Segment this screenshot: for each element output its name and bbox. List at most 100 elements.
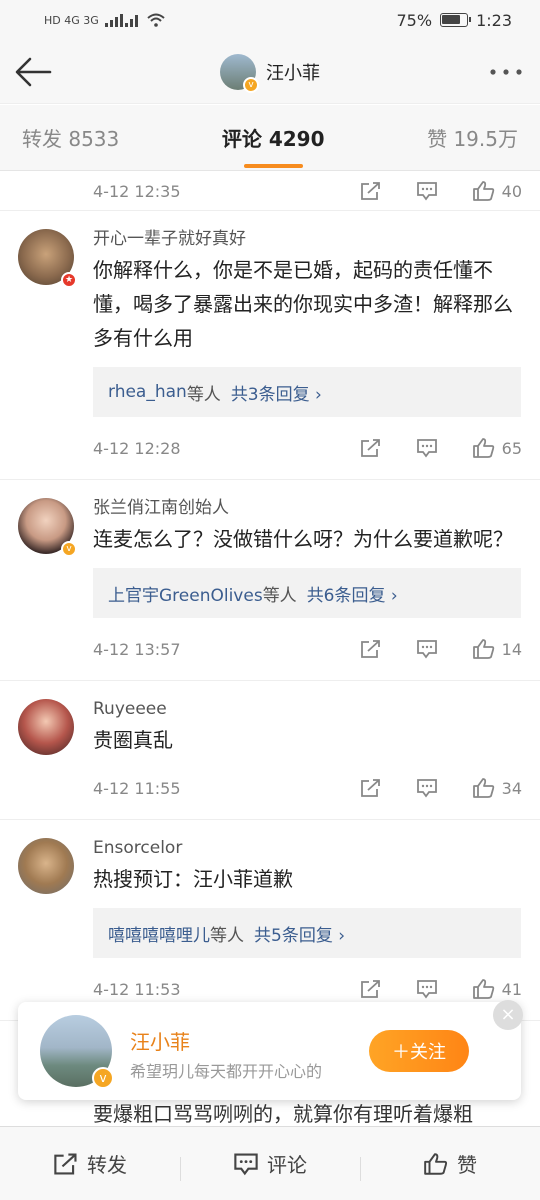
thumb-up-icon [472, 979, 494, 999]
thumb-up-icon [472, 639, 494, 659]
comment-item: v 张兰俏江南创始人 连麦怎么了？没做错什么呀？为什么要道歉呢？ 上官宇Gree… [0, 480, 540, 681]
signal-icon [104, 14, 138, 27]
status-left: HD 4G 3G [44, 13, 165, 27]
thumb-up-icon [472, 438, 494, 458]
reply-count[interactable]: 共5条回复 › [254, 921, 345, 946]
comment-author[interactable]: 开心一辈子就好真好 [93, 227, 522, 251]
reply-author[interactable]: rhea_han [108, 382, 187, 402]
more-icon [490, 69, 522, 75]
comment-icon [416, 182, 437, 201]
comment-item: ★ 开心一辈子就好真好 你解释什么，你是不是已婚，起码的责任懂不懂，喝多了暴露出… [0, 211, 540, 480]
share-icon [360, 182, 380, 200]
comment-actions: 40 [360, 180, 522, 202]
comment-author[interactable]: 张兰俏江南创始人 [93, 496, 522, 520]
follow-card-name[interactable]: 汪小菲 [130, 1026, 190, 1055]
thumb-up-icon [472, 778, 494, 798]
comment-time: 4-12 12:35 [93, 181, 181, 201]
reply-preview[interactable]: rhea_han 等人 共3条回复 › [93, 367, 521, 417]
avatar[interactable]: v [18, 498, 77, 557]
like-button[interactable]: 41 [472, 978, 522, 1000]
comment-actions: 65 [360, 437, 522, 459]
back-arrow-icon [15, 57, 52, 87]
status-right: 75% 1:23 [397, 11, 513, 30]
avatar[interactable] [18, 699, 74, 755]
comment-icon [416, 980, 437, 999]
avatar[interactable] [18, 838, 74, 894]
thumb-up-icon [424, 1152, 448, 1175]
comment-actions: 14 [360, 638, 522, 660]
comment-footer: 4-12 13:57 14 [93, 618, 522, 680]
share-button[interactable] [360, 639, 382, 659]
comment-time: 4-12 13:57 [93, 639, 181, 659]
repost-label: 转发 [87, 1153, 127, 1177]
tab-bar: 转发 8533 评论 4290 赞 19.5万 [0, 105, 540, 171]
share-icon [360, 980, 380, 998]
more-button[interactable] [488, 60, 524, 84]
comment-item: Ensorcelor 热搜预订：汪小菲道歉 嘻嘻嘻嘻哩儿 等人 共5条回复 › … [0, 820, 540, 1021]
page-title: 汪小菲 [266, 62, 320, 84]
verified-badge-icon: v [92, 1067, 114, 1089]
avatar[interactable]: ★ [18, 229, 77, 288]
share-button[interactable] [360, 438, 382, 458]
reply-author[interactable]: 上官宇GreenOlives [108, 581, 263, 606]
reply-author[interactable]: 嘻嘻嘻嘻哩儿 [108, 921, 210, 946]
like-button[interactable]: 65 [472, 437, 522, 459]
share-button[interactable] [360, 979, 382, 999]
like-button[interactable]: 14 [472, 638, 522, 660]
comment-author[interactable]: Ensorcelor [93, 836, 522, 860]
status-bar: HD 4G 3G 75% 1:23 [0, 0, 540, 40]
comment-icon [234, 1152, 258, 1175]
close-icon[interactable]: × [493, 1000, 523, 1030]
verified-badge-icon: v [61, 541, 77, 557]
reply-button[interactable] [416, 778, 438, 798]
like-count: 34 [501, 778, 522, 798]
comment-actions: 41 [360, 978, 522, 1000]
nav-bar: v 汪小菲 [0, 40, 540, 104]
comment-text: 连麦怎么了？没做错什么呀？为什么要道歉呢？ [93, 527, 513, 551]
reply-count[interactable]: 共3条回复 › [231, 380, 322, 405]
share-icon [54, 1152, 77, 1175]
follow-button[interactable]: ＋关注 [369, 1030, 469, 1072]
reply-button[interactable] [416, 181, 438, 201]
follow-card: v 汪小菲 希望玥儿每天都开开心心的 ＋关注 × [18, 1000, 523, 1100]
repost-button[interactable]: 转发 [0, 1149, 180, 1178]
comment-button[interactable]: 评论 [180, 1149, 360, 1181]
follow-card-bio: 希望玥儿每天都开开心心的 [130, 1062, 323, 1081]
comment-author[interactable]: Ruyeeee [93, 697, 522, 721]
back-button[interactable] [14, 54, 54, 90]
like-button[interactable]: 赞 [360, 1149, 540, 1181]
share-icon [360, 439, 380, 457]
comment-item: 4-12 12:35 40 [0, 172, 540, 211]
like-count: 65 [501, 438, 522, 458]
reply-count[interactable]: 共6条回复 › [307, 581, 398, 606]
reply-etc: 等人 [186, 384, 221, 405]
reply-etc: 等人 [210, 925, 244, 946]
avatar[interactable]: v [40, 1015, 114, 1089]
nav-user[interactable]: v 汪小菲 [220, 53, 320, 93]
avatar[interactable]: v [220, 53, 259, 93]
share-button[interactable] [360, 778, 382, 798]
comment-text: 你解释什么，你是不是已婚，起码的责任懂不懂，喝多了暴露出来的你现实中多渣！解释那… [93, 258, 513, 350]
like-count: 40 [501, 181, 522, 201]
share-button[interactable] [360, 181, 382, 201]
comment-list[interactable]: 4-12 12:35 40 ★ 开心一辈子就好真好 你解释什么，你是不是已婚，起… [0, 172, 540, 1126]
comment-icon [416, 640, 437, 659]
like-button[interactable]: 34 [472, 777, 522, 799]
reply-preview[interactable]: 上官宇GreenOlives 等人 共6条回复 › [93, 568, 521, 618]
share-icon [360, 779, 380, 797]
tab-comment[interactable]: 评论 4290 [222, 123, 325, 168]
comment-footer: 4-12 12:28 65 [93, 417, 522, 479]
reply-button[interactable] [416, 438, 438, 458]
reply-preview[interactable]: 嘻嘻嘻嘻哩儿 等人 共5条回复 › [93, 908, 521, 958]
share-icon [360, 640, 380, 658]
reply-button[interactable] [416, 979, 438, 999]
tab-like[interactable]: 赞 19.5万 [427, 123, 518, 152]
wifi-icon [147, 13, 165, 27]
comment-time: 4-12 12:28 [93, 438, 181, 458]
battery-icon [440, 13, 472, 27]
comment-icon [416, 779, 437, 798]
reply-button[interactable] [416, 639, 438, 659]
tab-repost[interactable]: 转发 8533 [22, 123, 119, 152]
like-button[interactable]: 40 [472, 180, 522, 202]
partial-comment-text: 要爆粗口骂骂咧咧的，就算你有理听着爆粗 [93, 1102, 473, 1126]
